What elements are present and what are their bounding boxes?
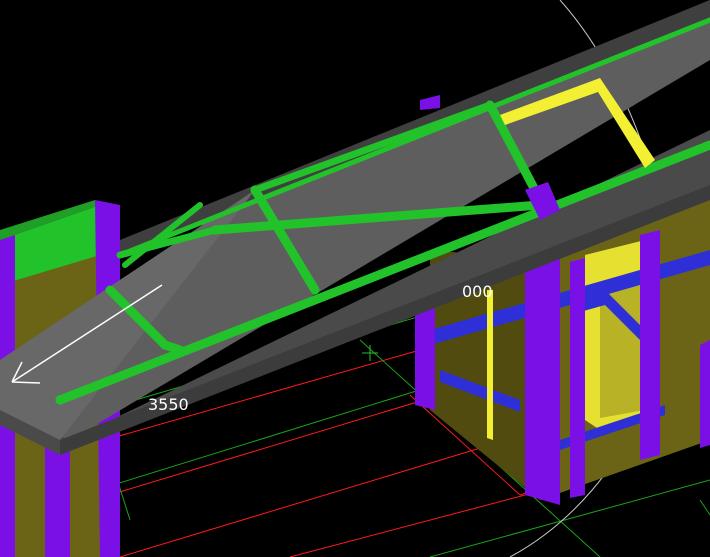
dimension-label: 3550 xyxy=(148,395,189,414)
dimension-label: 000 xyxy=(462,282,493,301)
3d-model-viewport[interactable]: 000 3550 xyxy=(0,0,710,557)
grid-marker xyxy=(362,345,378,361)
ridge-connector[interactable] xyxy=(420,95,440,110)
